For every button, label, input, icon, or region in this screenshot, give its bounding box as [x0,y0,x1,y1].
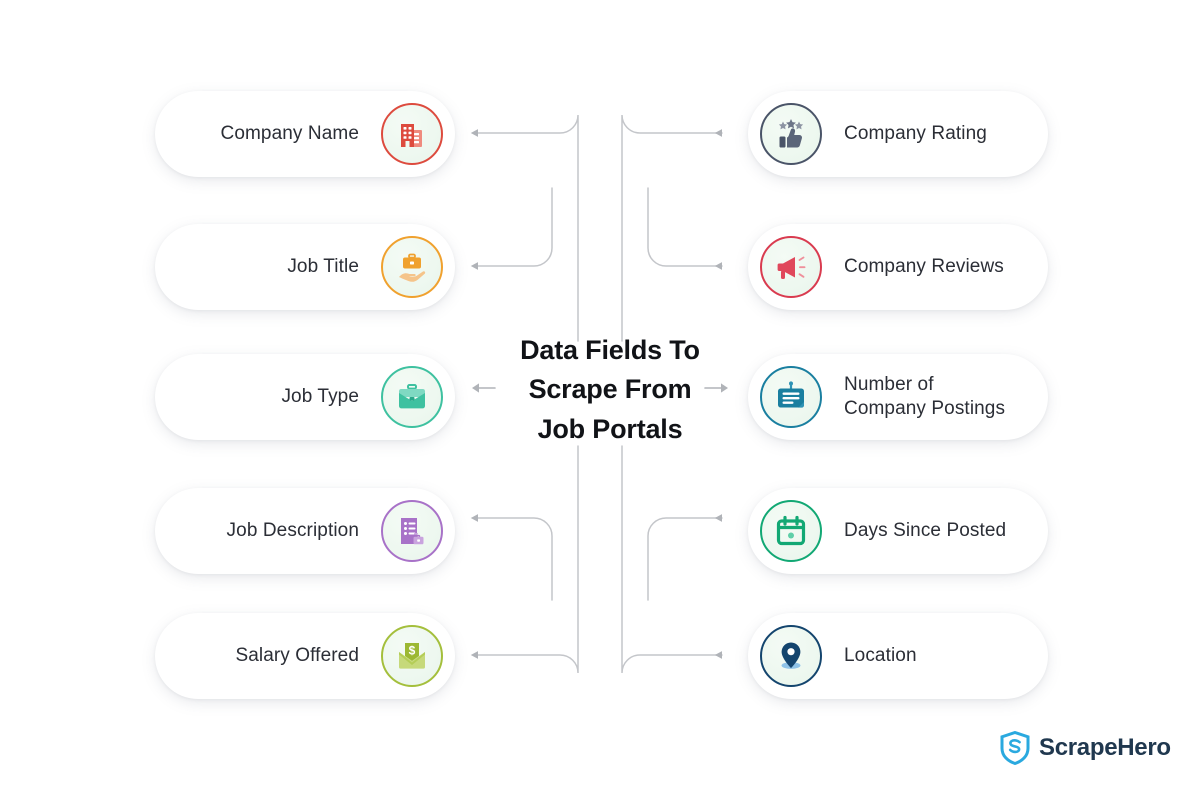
field-label-job-type: Job Type [281,385,359,407]
map-pin-icon [760,625,822,687]
title-line-3: Job Portals [537,413,683,444]
calendar-icon [760,500,822,562]
field-pill-salary-offered[interactable]: Salary Offered $ [155,613,455,699]
title-arrow-right-icon [704,383,728,393]
field-label-company-reviews: Company Reviews [844,255,1004,277]
thumbs-up-stars-icon [760,103,822,165]
field-pill-job-title[interactable]: Job Title [155,224,455,310]
office-building-icon [381,103,443,165]
field-label-company-postings: Number of Company Postings [844,373,1006,419]
scrapehero-logo[interactable]: ScrapeHero [1000,731,1171,765]
field-label-job-title: Job Title [287,255,359,277]
field-label-company-rating: Company Rating [844,122,987,144]
field-label-days-since-posted: Days Since Posted [844,519,1007,541]
field-pill-location[interactable]: Location [748,613,1048,699]
infographic-canvas: Data Fields To Scrape From Job Portals C… [0,0,1200,800]
hand-holding-briefcase-icon [381,236,443,298]
title-line-1: Data Fields To [520,335,700,365]
svg-text:$: $ [409,644,416,658]
shield-s-icon [1000,731,1030,765]
field-label-location: Location [844,644,917,666]
logo-wordmark: ScrapeHero [1039,734,1171,761]
field-pill-company-reviews[interactable]: Company Reviews [748,224,1048,310]
field-pill-company-rating[interactable]: Company Rating [748,91,1048,177]
title-arrow-left-icon [472,383,496,393]
field-pill-job-type[interactable]: Job Type [155,354,455,440]
document-briefcase-icon [381,500,443,562]
salary-envelope-icon: $ [381,625,443,687]
field-pill-company-postings[interactable]: Number of Company Postings [748,354,1048,440]
field-label-salary-offered: Salary Offered [235,644,359,666]
job-posting-board-icon [760,366,822,428]
field-label-job-description: Job Description [226,519,359,541]
field-pill-job-description[interactable]: Job Description [155,488,455,574]
field-pill-days-since-posted[interactable]: Days Since Posted [748,488,1048,574]
field-label-company-name: Company Name [220,122,359,144]
megaphone-icon [760,236,822,298]
field-pill-company-name[interactable]: Company Name [155,91,455,177]
briefcase-icon [381,366,443,428]
